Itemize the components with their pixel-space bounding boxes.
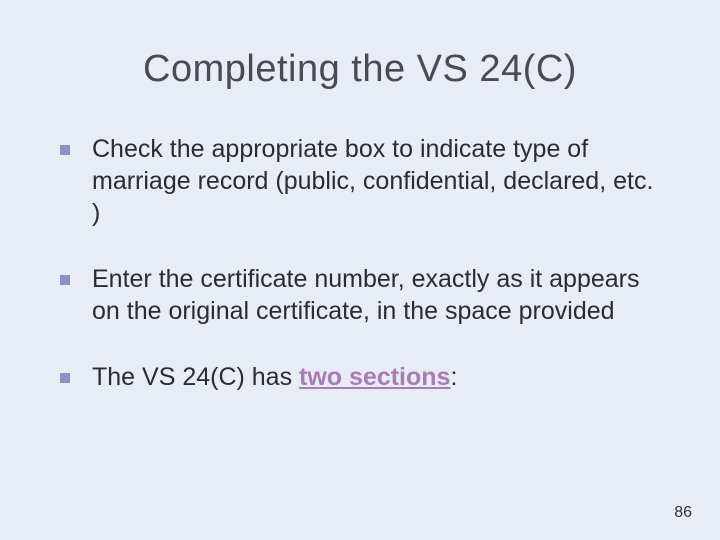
square-bullet-icon	[60, 145, 70, 155]
bullet-prefix: The VS 24(C) has	[92, 363, 299, 391]
square-bullet-icon	[60, 373, 70, 383]
bullet-text: Check the appropriate box to indicate ty…	[92, 133, 660, 229]
list-item: Check the appropriate box to indicate ty…	[60, 133, 660, 229]
square-bullet-icon	[60, 275, 70, 285]
list-item: Enter the certificate number, exactly as…	[60, 263, 660, 327]
bullet-text: The VS 24(C) has two sections:	[92, 361, 660, 393]
slide: Completing the VS 24(C) Check the approp…	[0, 0, 720, 540]
slide-title: Completing the VS 24(C)	[60, 48, 660, 91]
bullet-text: Enter the certificate number, exactly as…	[92, 263, 660, 327]
two-sections-link[interactable]: two sections	[299, 363, 450, 391]
list-item: The VS 24(C) has two sections:	[60, 361, 660, 393]
bullet-suffix: :	[450, 363, 457, 391]
page-number: 86	[674, 504, 692, 522]
bullet-list: Check the appropriate box to indicate ty…	[60, 133, 660, 393]
